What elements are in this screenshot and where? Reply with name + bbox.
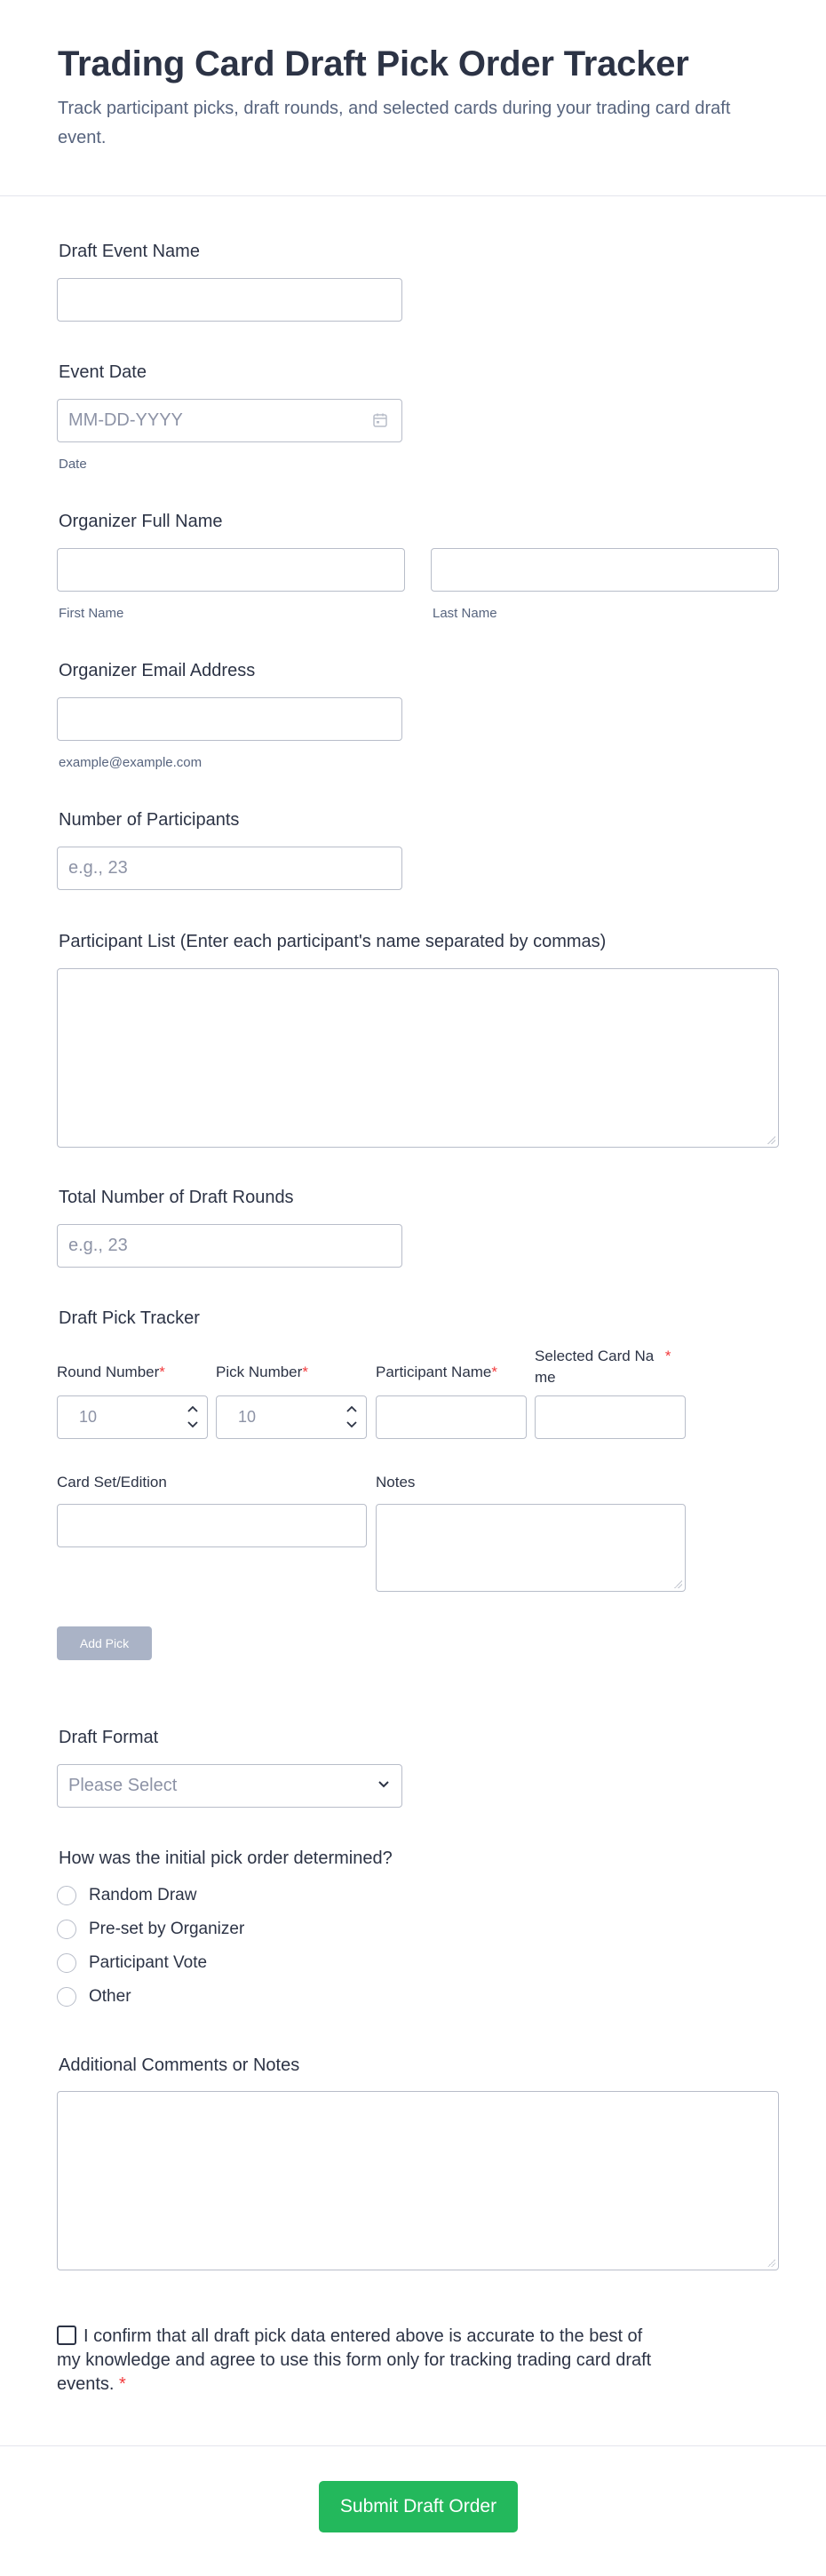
- calendar-icon[interactable]: [371, 411, 389, 429]
- pick-order-label: How was the initial pick order determine…: [59, 1849, 393, 1868]
- resize-handle-icon[interactable]: [766, 2258, 775, 2267]
- stepper-arrows-icon[interactable]: [345, 1403, 358, 1431]
- pick-number-label: Pick Number*: [216, 1364, 308, 1380]
- selected-card-label: Selected Card Na * me: [535, 1348, 671, 1386]
- radio-option-other[interactable]: Other: [57, 1987, 131, 2007]
- radio-button[interactable]: [57, 1920, 76, 1939]
- radio-button[interactable]: [57, 1987, 76, 2007]
- event-name-input[interactable]: [57, 278, 402, 322]
- draft-format-select[interactable]: Please Select: [57, 1764, 402, 1808]
- page-subtitle: Track participant picks, draft rounds, a…: [58, 99, 731, 147]
- radio-option-participant-vote[interactable]: Participant Vote: [57, 1953, 207, 1973]
- round-number-label: Round Number*: [57, 1364, 165, 1380]
- last-name-sublabel: Last Name: [433, 606, 497, 621]
- submit-button[interactable]: Submit Draft Order: [319, 2481, 518, 2532]
- participant-name-label: Participant Name*: [376, 1364, 498, 1380]
- confirm-checkbox[interactable]: [57, 2326, 76, 2345]
- total-rounds-input[interactable]: [57, 1224, 402, 1268]
- event-name-label: Draft Event Name: [59, 242, 200, 261]
- pick-number-input[interactable]: [216, 1395, 367, 1439]
- event-date-sublabel: Date: [59, 457, 87, 472]
- chevron-down-icon: [377, 1776, 391, 1796]
- event-date-label: Event Date: [59, 362, 147, 382]
- participant-list-textarea[interactable]: [57, 968, 779, 1148]
- comments-wrapper: [57, 2091, 779, 2270]
- round-number-input[interactable]: [57, 1395, 208, 1439]
- event-date-input[interactable]: [57, 399, 402, 442]
- comments-textarea[interactable]: [57, 2091, 779, 2270]
- email-sublabel: example@example.com: [59, 755, 203, 770]
- email-field[interactable]: [57, 697, 402, 741]
- card-set-input[interactable]: [57, 1504, 367, 1547]
- radio-button[interactable]: [57, 1953, 76, 1973]
- draft-format-label: Draft Format: [59, 1728, 159, 1747]
- organizer-name-label: Organizer Full Name: [59, 512, 223, 531]
- notes-label: Notes: [376, 1474, 416, 1491]
- num-participants-label: Number of Participants: [59, 810, 240, 830]
- participant-name-input[interactable]: [376, 1395, 527, 1439]
- card-set-label: Card Set/Edition: [57, 1474, 167, 1491]
- participant-list-label: Participant List (Enter each participant…: [59, 932, 607, 951]
- comments-label: Additional Comments or Notes: [59, 2055, 300, 2075]
- first-name-input[interactable]: [57, 548, 405, 592]
- resize-handle-icon[interactable]: [673, 1579, 682, 1588]
- participant-list-wrapper: [57, 968, 779, 1148]
- num-participants-input[interactable]: [57, 847, 402, 890]
- last-name-input[interactable]: [431, 548, 779, 592]
- organizer-email-label: Organizer Email Address: [59, 661, 256, 680]
- pick-tracker-label: Draft Pick Tracker: [59, 1308, 200, 1328]
- stepper-arrows-icon[interactable]: [187, 1403, 199, 1431]
- radio-option-random-draw[interactable]: Random Draw: [57, 1886, 196, 1905]
- selected-card-input[interactable]: [535, 1395, 686, 1439]
- first-name-sublabel: First Name: [59, 606, 124, 621]
- footer-divider: [0, 2445, 826, 2446]
- draft-format-selected: Please Select: [68, 1776, 178, 1795]
- add-pick-button[interactable]: Add Pick: [57, 1626, 152, 1660]
- round-number-stepper: [57, 1395, 208, 1439]
- header-divider: [0, 195, 826, 196]
- radio-option-preset[interactable]: Pre-set by Organizer: [57, 1920, 244, 1939]
- radio-button[interactable]: [57, 1886, 76, 1905]
- resize-handle-icon[interactable]: [766, 1135, 775, 1144]
- notes-wrapper: [376, 1504, 686, 1592]
- notes-textarea[interactable]: [376, 1504, 686, 1592]
- pick-number-stepper: [216, 1395, 367, 1439]
- confirm-text: I confirm that all draft pick data enter…: [57, 2326, 652, 2394]
- page-title: Trading Card Draft Pick Order Tracker: [58, 44, 689, 83]
- total-rounds-label: Total Number of Draft Rounds: [59, 1188, 294, 1207]
